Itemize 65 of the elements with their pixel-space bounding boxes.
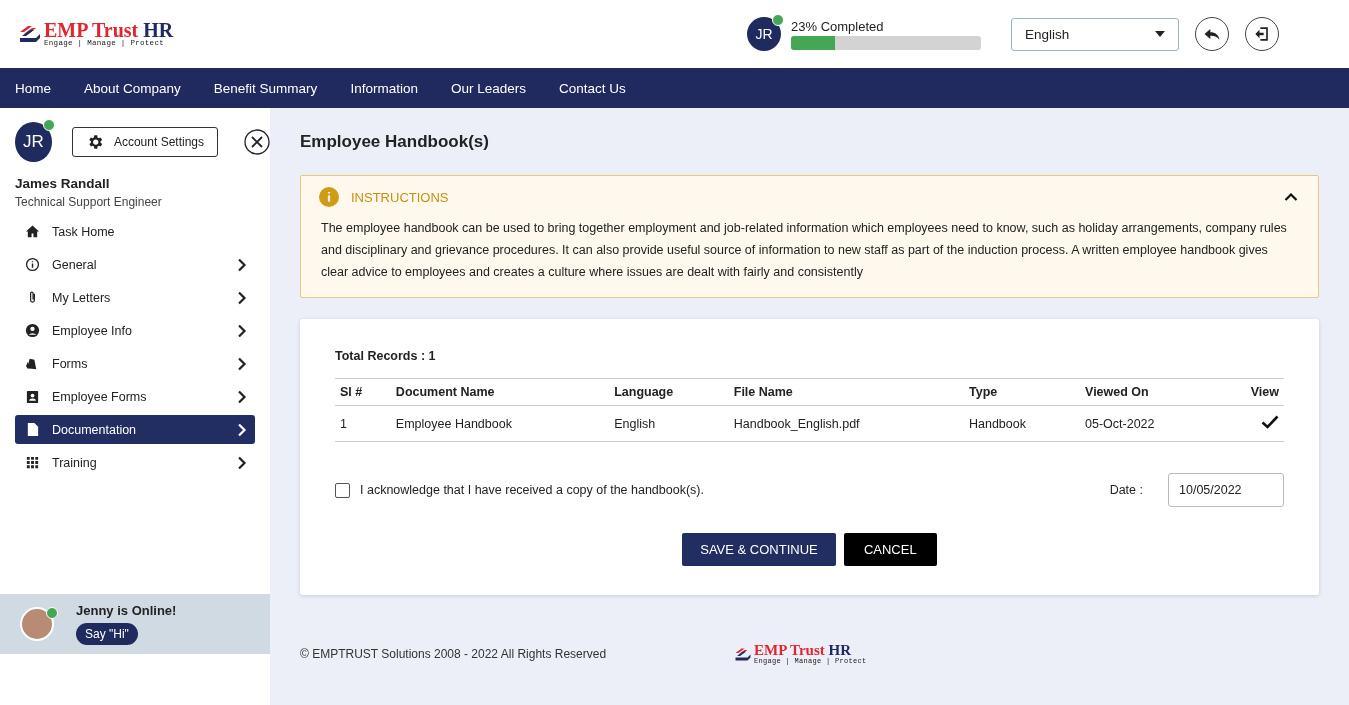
- language-dropdown[interactable]: English: [1011, 17, 1179, 51]
- id-badge-icon: [25, 389, 40, 404]
- column-header: Language: [609, 378, 729, 406]
- collapse-toggle[interactable]: [1284, 192, 1298, 202]
- logout-button[interactable]: [1245, 17, 1279, 51]
- column-header: Viewed On: [1080, 378, 1218, 406]
- table-cell: Handbook_English.pdf: [728, 405, 964, 442]
- column-header: Sl #: [335, 378, 391, 406]
- sidebar-item[interactable]: Forms: [15, 349, 255, 378]
- user-role: Technical Support Engineer: [15, 195, 163, 209]
- account-settings-button[interactable]: Account Settings: [71, 127, 218, 157]
- user-avatar: JR: [747, 17, 781, 51]
- total-records: Total Records : 1: [335, 349, 437, 363]
- info-icon: [25, 257, 40, 272]
- user-name: James Randall: [15, 176, 111, 191]
- logo-text: EMP Trust HR: [44, 20, 174, 41]
- table-cell: 05-Oct-2022: [1080, 405, 1218, 442]
- save-continue-button[interactable]: SAVE & CONTINUE: [682, 533, 836, 566]
- logo-icon: [734, 646, 753, 662]
- date-label: Date :: [1109, 483, 1143, 497]
- home-icon: [25, 224, 40, 239]
- nav-link[interactable]: Benefit Summary: [213, 80, 318, 96]
- document-icon: [25, 422, 40, 437]
- info-icon: [319, 187, 339, 207]
- column-header: File Name: [728, 378, 964, 406]
- copyright-text: © EMPTRUST Solutions 2008 - 2022 All Rights Reserved: [300, 647, 607, 661]
- nav-link[interactable]: Information: [350, 80, 418, 96]
- caret-icon: [1155, 31, 1165, 37]
- sidebar-item[interactable]: General: [15, 250, 255, 279]
- sidebar-item[interactable]: Employee Forms: [15, 382, 255, 411]
- nav-link[interactable]: Contact Us: [558, 80, 626, 96]
- grid-icon: [25, 455, 40, 470]
- table-cell: Handbook: [963, 405, 1080, 442]
- nav-link[interactable]: Home: [15, 80, 51, 96]
- checkmark-icon[interactable]: [1261, 415, 1279, 429]
- progress-label: 23% Completed: [791, 18, 885, 34]
- instructions-text: The employee handbook can be used to bring together employment and job-related information which employees need to know, such as holiday arrangements, company rules and disciplinary and grievance procedures. It can also provide useful source of information to new staff as part of the induction process. A written employee handbook gives clear advice to employees and creates a culture where issues are dealt with fairly and consistently: [321, 220, 1288, 281]
- column-header: Document Name: [390, 378, 610, 406]
- column-header: Type: [963, 378, 1080, 406]
- chat-title: Jenny is Online!: [76, 603, 177, 618]
- close-button[interactable]: [244, 129, 270, 155]
- sidebar-item[interactable]: Task Home: [15, 217, 255, 246]
- logo-icon: [18, 24, 42, 44]
- user-avatar: JR: [15, 122, 52, 162]
- table-cell: English: [609, 405, 729, 442]
- person-icon: [25, 323, 40, 338]
- acknowledge-label: I acknowledge that I have received a copy of the handbook(s).: [360, 483, 704, 497]
- cancel-button[interactable]: CANCEL: [843, 533, 937, 566]
- table-cell: Employee Handbook: [390, 405, 610, 442]
- acknowledge-checkbox[interactable]: [335, 482, 350, 498]
- sidebar-item[interactable]: Training: [15, 448, 255, 477]
- nav-link[interactable]: About Company: [84, 80, 181, 96]
- table-cell: 1: [335, 405, 391, 442]
- say-hi-button[interactable]: Say "Hi": [76, 623, 138, 645]
- sidebar-item[interactable]: Documentation: [15, 415, 255, 444]
- sidebar-item[interactable]: Employee Info: [15, 316, 255, 345]
- sidebar-item[interactable]: My Letters: [15, 283, 255, 312]
- instructions-title: INSTRUCTIONS: [351, 189, 450, 205]
- column-header: View: [1217, 378, 1284, 406]
- back-button[interactable]: [1195, 17, 1229, 51]
- logo-text: EMP Trust HR: [754, 643, 853, 658]
- close-icon: [244, 129, 270, 155]
- date-field[interactable]: 10/05/2022: [1168, 473, 1284, 507]
- nav-link[interactable]: Our Leaders: [450, 80, 526, 96]
- page-title: Employee Handbook(s): [300, 132, 490, 152]
